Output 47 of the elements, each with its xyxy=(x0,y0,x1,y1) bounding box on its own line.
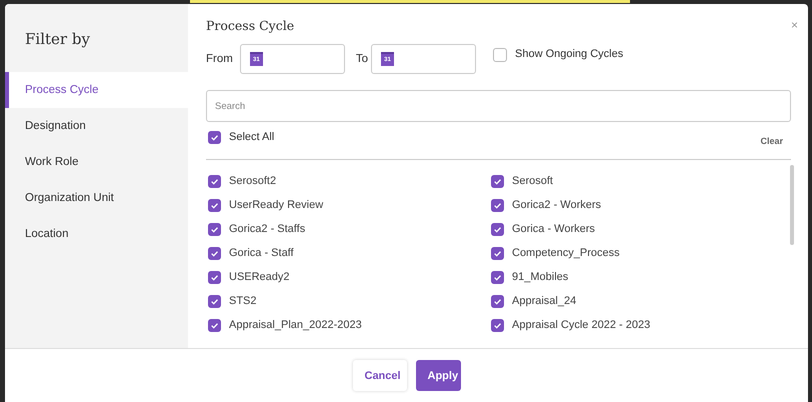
apply-button[interactable]: Apply xyxy=(416,360,460,391)
checkbox-label: Gorica - Staff xyxy=(229,247,294,259)
checkbox[interactable] xyxy=(208,131,221,144)
checkbox[interactable] xyxy=(208,246,221,260)
checkbox-label: Show Ongoing Cycles xyxy=(515,48,624,60)
checkbox-label: Select All xyxy=(229,130,274,142)
close-icon[interactable]: × xyxy=(790,18,798,32)
sidebar-item[interactable]: Organization Unit xyxy=(5,180,188,216)
checkbox-label: Gorica2 - Workers xyxy=(512,199,602,211)
checkbox[interactable] xyxy=(208,318,221,332)
checkbox[interactable] xyxy=(493,48,507,62)
sidebar-item[interactable]: Designation xyxy=(5,108,188,144)
scrollbar[interactable] xyxy=(790,165,794,245)
sidebar-item[interactable]: Process Cycle xyxy=(5,72,188,108)
from-label: From xyxy=(206,53,233,65)
checkbox-label: UserReady Review xyxy=(229,199,324,211)
checkbox-label: Serosoft xyxy=(512,175,553,187)
checkbox-label: Serosoft2 xyxy=(229,175,276,187)
checkbox-label: 91_Mobiles xyxy=(512,271,568,283)
checkbox[interactable] xyxy=(208,198,221,212)
checkbox[interactable] xyxy=(491,222,504,236)
checkbox[interactable] xyxy=(491,294,504,308)
cancel-button[interactable]: Cancel xyxy=(352,360,406,391)
checkbox[interactable] xyxy=(491,270,504,284)
to-label: To xyxy=(356,53,368,65)
checkbox-label: Appraisal_Plan_2022-2023 xyxy=(229,319,362,331)
clear-link[interactable]: Clear xyxy=(760,136,783,146)
checkbox-label: STS2 xyxy=(229,295,257,307)
search-field[interactable]: Search xyxy=(206,90,791,122)
checkbox-label: Appraisal Cycle 2022 - 2023 xyxy=(512,319,650,331)
sidebar-title: Filter by xyxy=(24,29,91,50)
checkbox[interactable] xyxy=(491,318,504,332)
checkbox-label: Gorica2 - Staffs xyxy=(229,223,306,235)
checkbox[interactable] xyxy=(208,174,221,188)
checkbox-label: Appraisal_24 xyxy=(512,295,576,307)
checkbox[interactable] xyxy=(491,246,504,260)
checkbox-label: Competency_Process xyxy=(512,247,620,259)
checkbox[interactable] xyxy=(208,294,221,308)
section-title: Process Cycle xyxy=(206,18,294,33)
checkbox[interactable] xyxy=(491,174,504,188)
sidebar-item[interactable]: Work Role xyxy=(5,144,188,180)
checkbox-label: Gorica - Workers xyxy=(512,223,595,235)
checkbox-label: USEReady2 xyxy=(229,271,290,283)
checkbox[interactable] xyxy=(208,270,221,284)
checkbox[interactable] xyxy=(208,222,221,236)
sidebar-item[interactable]: Location xyxy=(5,216,188,252)
checkbox[interactable] xyxy=(491,198,504,212)
